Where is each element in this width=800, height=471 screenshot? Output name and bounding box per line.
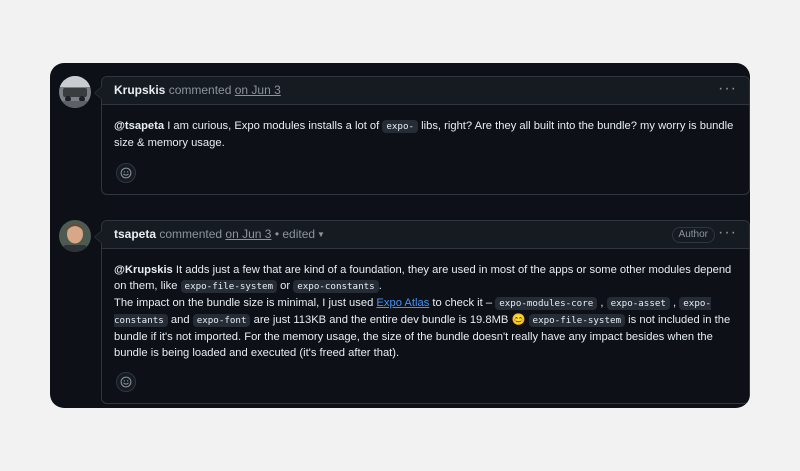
body-text: . <box>378 280 382 292</box>
author-badge: Author <box>671 227 715 243</box>
inline-code: expo-font <box>192 314 251 327</box>
inline-code: expo-file-system <box>180 280 278 293</box>
smile-emoji: 😊 <box>511 314 526 326</box>
comment-body: @Krupskis It adds just a few that are ki… <box>102 249 749 361</box>
comment-action: commented <box>159 227 223 241</box>
smiley-icon <box>120 376 132 388</box>
comment-tsapeta: tsapeta commented on Jun 3 • edited ▼ Aut… <box>94 220 750 404</box>
user-mention[interactable]: @Krupskis <box>114 264 173 276</box>
kebab-menu-icon[interactable]: ··· <box>718 77 737 101</box>
body-text: The impact on the bundle size is minimal… <box>114 297 374 309</box>
comment-header: tsapeta commented on Jun 3 • edited ▼ Aut… <box>102 221 749 249</box>
body-text: I am curious, Expo modules installs a lo… <box>167 120 380 132</box>
inline-code: expo-constants <box>293 280 379 293</box>
comment-date-link[interactable]: on Jun 3 <box>235 83 281 97</box>
caret-down-icon: ▼ <box>317 230 325 239</box>
body-text: , <box>673 297 677 309</box>
avatar-krupskis[interactable] <box>59 76 91 108</box>
add-reaction-button[interactable] <box>116 372 136 392</box>
smiley-icon <box>120 167 132 179</box>
comment-krupskis: Krupskis commented on Jun 3 ··· @tsapeta… <box>94 76 750 195</box>
comment-body: @tsapeta I am curious, Expo modules inst… <box>102 105 749 151</box>
comment-date-link[interactable]: on Jun 3 <box>225 227 271 241</box>
inline-code: expo-modules-core <box>495 297 598 310</box>
comment-header: Krupskis commented on Jun 3 ··· <box>102 77 749 105</box>
body-text: or <box>280 280 291 292</box>
body-text: are just 113KB and the entire dev bundle… <box>253 314 509 326</box>
body-text: and <box>170 314 190 326</box>
body-text: , <box>600 297 604 309</box>
user-mention[interactable]: @tsapeta <box>114 120 164 132</box>
body-text: to check it – <box>432 297 493 309</box>
avatar-tsapeta[interactable] <box>59 220 91 252</box>
github-comments-window: Krupskis commented on Jun 3 ··· @tsapeta… <box>50 63 750 408</box>
comment-author[interactable]: Krupskis <box>114 83 165 97</box>
comment-author[interactable]: tsapeta <box>114 227 156 241</box>
kebab-menu-icon[interactable]: ··· <box>718 221 737 245</box>
edited-dropdown[interactable]: • edited ▼ <box>275 227 325 241</box>
expo-atlas-link[interactable]: Expo Atlas <box>376 297 429 309</box>
inline-code: expo-file-system <box>528 314 626 327</box>
comment-action: commented <box>168 83 232 97</box>
edited-label: • edited <box>274 227 316 241</box>
inline-code: expo-asset <box>606 297 670 310</box>
add-reaction-button[interactable] <box>116 163 136 183</box>
inline-code: expo- <box>382 120 419 133</box>
